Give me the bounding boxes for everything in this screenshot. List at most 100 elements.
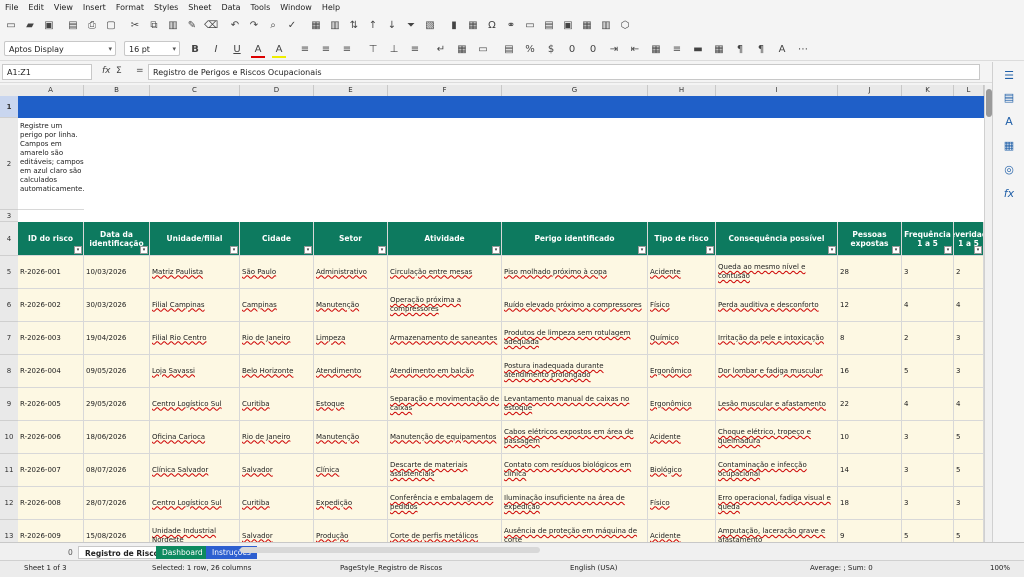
table-cell[interactable]: Levantamento manual de caixas no estoque (502, 388, 648, 421)
redo-icon[interactable]: ↷ (247, 18, 261, 32)
table-cell[interactable]: Circulação entre mesas (388, 256, 502, 289)
hamburger-icon[interactable]: ☰ (1002, 68, 1016, 82)
spreadsheet-grid[interactable]: Registre um perigo por linha. Campos em … (18, 96, 984, 542)
special-char-icon[interactable]: Ω (485, 18, 499, 32)
table-cell[interactable]: 30/03/2026 (84, 289, 150, 322)
filter-dropdown-icon[interactable]: ▾ (140, 246, 148, 254)
table-cell[interactable]: 28/07/2026 (84, 487, 150, 520)
header-footer-icon[interactable]: ▤ (542, 18, 556, 32)
italic-icon[interactable]: I (209, 42, 223, 56)
table-cell[interactable]: Biológico (648, 454, 716, 487)
table-cell[interactable]: 3 (902, 256, 954, 289)
table-cell[interactable]: Corte de perfis metálicos (388, 520, 502, 542)
table-cell[interactable]: Contaminação e infecção ocupacional (716, 454, 838, 487)
table-cell[interactable]: 16 (838, 355, 902, 388)
table-cell[interactable]: Postura inadequada durante atendimento p… (502, 355, 648, 388)
tab-dashboard[interactable]: Dashboard (156, 546, 209, 559)
table-cell[interactable]: Descarte de materiais assistenciais (388, 454, 502, 487)
border-style-icon[interactable]: ≡ (670, 42, 684, 56)
table-cell[interactable]: R-2026-003 (18, 322, 84, 355)
function-wizard-icon[interactable]: fx (102, 66, 111, 76)
status-zoom[interactable]: 100% (990, 564, 1010, 572)
table-cell[interactable]: Centro Logístico Sul (150, 487, 240, 520)
table-cell[interactable]: Curitiba (240, 388, 314, 421)
table-cell[interactable]: Ergonômico (648, 355, 716, 388)
table-cell[interactable]: Filial Rio Centro (150, 322, 240, 355)
table-cell[interactable]: 5 (902, 355, 954, 388)
menu-item-format[interactable]: Format (111, 3, 149, 12)
table-cell[interactable]: Belo Horizonte (240, 355, 314, 388)
navigator-icon[interactable]: ◎ (1002, 162, 1016, 176)
table-cell[interactable]: Choque elétrico, tropeço e queimadura (716, 421, 838, 454)
column-title-2[interactable]: Data da identificação ▾ (84, 222, 150, 256)
table-cell[interactable]: Conferência e embalagem de pedidos (388, 487, 502, 520)
gallery-icon[interactable]: ▦ (1002, 138, 1016, 152)
comment-icon[interactable]: ▭ (523, 18, 537, 32)
row-header-7[interactable]: 7 (0, 322, 18, 355)
table-cell[interactable]: Operação próxima a compressores (388, 289, 502, 322)
new-icon[interactable]: ▭ (4, 18, 18, 32)
column-header-c[interactable]: C (150, 85, 240, 96)
filter-dropdown-icon[interactable]: ▾ (944, 246, 952, 254)
formula-input[interactable]: Registro de Perigos e Riscos Ocupacionai… (148, 64, 980, 80)
define-print-icon[interactable]: ▣ (561, 18, 575, 32)
table-cell[interactable]: 5 (954, 421, 984, 454)
align-right-icon[interactable]: ≡ (340, 42, 354, 56)
table-cell[interactable]: 3 (954, 322, 984, 355)
table-cell[interactable]: Queda ao mesmo nível e contusão (716, 256, 838, 289)
column-header-k[interactable]: K (902, 85, 954, 96)
table-cell[interactable]: 4 (902, 289, 954, 322)
sort-desc-icon[interactable]: ↓ (385, 18, 399, 32)
sum-icon[interactable]: Σ (116, 66, 122, 76)
table-cell[interactable]: Atendimento (314, 355, 388, 388)
align-center-icon[interactable]: ≡ (319, 42, 333, 56)
column-icon[interactable]: ▥ (328, 18, 342, 32)
table-cell[interactable]: Iluminação insuficiente na área de exped… (502, 487, 648, 520)
font-color-icon[interactable]: A (251, 42, 265, 58)
column-header-a[interactable]: A (18, 85, 84, 96)
column-title-10[interactable]: Pessoas expostas ▾ (838, 222, 902, 256)
row-icon[interactable]: ▦ (309, 18, 323, 32)
font-size-box[interactable]: 16 pt ▾ (124, 41, 180, 56)
table-cell[interactable]: 2 (954, 256, 984, 289)
table-cell[interactable]: Erro operacional, fadiga visual e queda (716, 487, 838, 520)
table-cell[interactable]: Lesão muscular e afastamento (716, 388, 838, 421)
column-title-4[interactable]: Cidade ▾ (240, 222, 314, 256)
table-cell[interactable]: 8 (838, 322, 902, 355)
image-icon[interactable]: ▧ (423, 18, 437, 32)
wrap-icon[interactable]: ↵ (434, 42, 448, 56)
row-header-2[interactable]: 2 (0, 118, 18, 210)
table-cell[interactable]: 3 (902, 487, 954, 520)
filter-dropdown-icon[interactable]: ▾ (892, 246, 900, 254)
table-cell[interactable]: Ruído elevado próximo a compressores (502, 289, 648, 322)
menu-item-view[interactable]: View (49, 3, 78, 12)
chart-icon[interactable]: ▮ (447, 18, 461, 32)
row-header-1[interactable]: 1 (0, 96, 18, 118)
table-cell[interactable]: Perda auditiva e desconforto (716, 289, 838, 322)
filter-dropdown-icon[interactable]: ▾ (492, 246, 500, 254)
percent-icon[interactable]: % (523, 42, 537, 56)
text-vertical-icon[interactable]: A (775, 42, 789, 56)
bold-icon[interactable]: B (188, 42, 202, 56)
table-cell[interactable]: 5 (954, 520, 984, 542)
table-cell[interactable]: Administrativo (314, 256, 388, 289)
table-cell[interactable]: 2 (902, 322, 954, 355)
menu-item-sheet[interactable]: Sheet (183, 3, 216, 12)
table-cell[interactable]: 4 (954, 388, 984, 421)
highlight-icon[interactable]: A (272, 42, 286, 58)
table-cell[interactable]: R-2026-002 (18, 289, 84, 322)
table-cell[interactable]: 9 (838, 520, 902, 542)
column-title-5[interactable]: Setor ▾ (314, 222, 388, 256)
table-cell[interactable]: 29/05/2026 (84, 388, 150, 421)
column-title-7[interactable]: Perigo identificado ▾ (502, 222, 648, 256)
properties-icon[interactable]: ▤ (1002, 90, 1016, 104)
status-language[interactable]: English (USA) (570, 564, 617, 572)
table-cell[interactable]: Dor lombar e fadiga muscular (716, 355, 838, 388)
table-cell[interactable]: Produtos de limpeza sem rotulagem adequa… (502, 322, 648, 355)
column-title-3[interactable]: Unidade/filial ▾ (150, 222, 240, 256)
clone-icon[interactable]: ✎ (185, 18, 199, 32)
table-cell[interactable]: 3 (954, 487, 984, 520)
filter-dropdown-icon[interactable]: ▾ (706, 246, 714, 254)
table-cell[interactable]: Clínica (314, 454, 388, 487)
menu-item-data[interactable]: Data (216, 3, 245, 12)
